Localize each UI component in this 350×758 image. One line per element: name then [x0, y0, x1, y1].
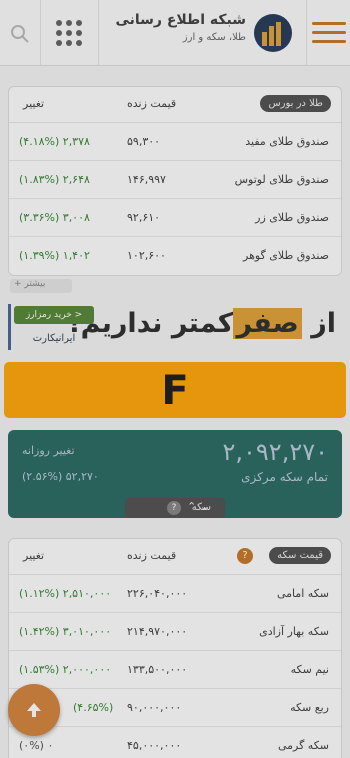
ad-banner[interactable]: از صفرکمتر نداریم! خرید رمزارز > ایرانیک… — [8, 300, 342, 356]
column-change: تغییر — [23, 97, 45, 110]
gold-funds-rows: صندوق طلای مفید ۵۹,۳۰۰ ۲,۳۷۸ (۴.۱۸%) صند… — [9, 123, 341, 275]
banner-letter: F — [161, 368, 189, 414]
arrow-up-icon — [27, 703, 41, 717]
column-price: قیمت زنده — [127, 549, 177, 562]
card-header: طلا در بورس قیمت زنده تغییر — [9, 87, 341, 123]
site-title: شبکه اطلاع رسانی — [115, 12, 246, 28]
more-button[interactable]: + بیشتر — [10, 279, 72, 293]
coin-prices-card: قیمت سکه ? قیمت زنده تغییر سکه امامی ۲۲۶… — [8, 538, 342, 758]
fund-name: صندوق طلای گوهر — [243, 249, 329, 262]
fund-price: ۵۹,۳۰۰ — [127, 135, 161, 148]
chart-logo-icon — [262, 22, 281, 46]
coin-price: ۲۱۴,۹۷۰,۰۰۰ — [127, 625, 188, 638]
help-icon[interactable]: ? — [167, 501, 181, 515]
table-row[interactable]: صندوق طلای لوتوس ۱۴۶,۹۹۷ ۲,۶۴۸ (۱.۸۳%) — [9, 161, 341, 199]
header-divider — [306, 0, 307, 66]
search-icon[interactable] — [10, 24, 30, 44]
ad-headline-prefix: از — [311, 308, 336, 339]
tab-coin-prices[interactable]: قیمت سکه — [269, 547, 331, 564]
coin-price: ۴۵,۰۰۰,۰۰۰ — [127, 739, 182, 752]
table-row[interactable]: صندوق طلای مفید ۵۹,۳۰۰ ۲,۳۷۸ (۴.۱۸%) — [9, 123, 341, 161]
daily-change-label: تغییر روزانه — [22, 444, 75, 457]
tab-gold-funds[interactable]: طلا در بورس — [260, 95, 331, 112]
coin-tab-label: سکه — [191, 502, 211, 513]
table-row[interactable]: سکه گرمی ۴۵,۰۰۰,۰۰۰ ۰ (۰%) — [9, 727, 341, 758]
table-row[interactable]: سکه بهار آزادی ۲۱۴,۹۷۰,۰۰۰ ۳,۰۱۰,۰۰۰ (۱.… — [9, 613, 341, 651]
header-divider — [98, 0, 99, 66]
ad-cta-button[interactable]: خرید رمزارز > — [14, 306, 94, 324]
fund-price: ۹۲,۶۱۰ — [127, 211, 161, 224]
table-row[interactable]: صندوق طلای گوهر ۱۰۲,۶۰۰ ۱,۴۰۲ (۱.۳۹%) — [9, 237, 341, 275]
fund-name: صندوق طلای لوتوس — [234, 173, 329, 186]
coin-change: (۴.۶۵%) — [73, 701, 114, 714]
promo-banner[interactable]: F — [4, 362, 346, 418]
table-row[interactable]: سکه امامی ۲۲۶,۰۴۰,۰۰۰ ۲,۵۱۰,۰۰۰ (۱.۱۲%) — [9, 575, 341, 613]
apps-grid-icon[interactable] — [56, 20, 82, 46]
ad-accent-bar — [8, 304, 11, 350]
fund-name: صندوق طلای مفید — [245, 135, 329, 148]
fund-price: ۱۴۶,۹۹۷ — [127, 173, 166, 186]
table-row[interactable]: نیم سکه ۱۳۳,۵۰۰,۰۰۰ ۲,۰۰۰,۰۰۰ (۱.۵۳%) — [9, 651, 341, 689]
gold-funds-card: طلا در بورس قیمت زنده تغییر صندوق طلای م… — [8, 86, 342, 276]
ad-headline: از صفرکمتر نداریم! — [68, 308, 336, 339]
coin-change: ۰ (۰%) — [19, 739, 54, 752]
fund-name: صندوق طلای زر — [255, 211, 329, 224]
site-subtitle: طلا، سکه و ارز — [182, 32, 246, 43]
fund-change: ۲,۶۴۸ (۱.۸۳%) — [19, 173, 90, 186]
coin-price: ۲۲۶,۰۴۰,۰۰۰ — [127, 587, 188, 600]
coin-summary-value: ۲,۰۹۲,۲۷۰ — [222, 438, 329, 466]
coin-name: سکه امامی — [276, 587, 329, 600]
header-divider — [40, 0, 41, 66]
coin-change: ۳,۰۱۰,۰۰۰ (۱.۴۲%) — [19, 625, 112, 638]
site-logo[interactable] — [254, 14, 292, 52]
coin-price: ۱۳۳,۵۰۰,۰۰۰ — [127, 663, 188, 676]
hamburger-menu-icon[interactable] — [312, 22, 346, 44]
coin-change: ۲,۰۰۰,۰۰۰ (۱.۵۳%) — [19, 663, 112, 676]
table-row[interactable]: صندوق طلای زر ۹۲,۶۱۰ ۳,۰۰۸ (۳.۳۶%) — [9, 199, 341, 237]
coin-change: ۲,۵۱۰,۰۰۰ (۱.۱۲%) — [19, 587, 112, 600]
coin-prices-rows: سکه امامی ۲۲۶,۰۴۰,۰۰۰ ۲,۵۱۰,۰۰۰ (۱.۱۲%) … — [9, 575, 341, 758]
fund-change: ۲,۳۷۸ (۴.۱۸%) — [19, 135, 90, 148]
coin-summary-label: تمام سکه مرکزی — [241, 470, 328, 484]
ad-headline-highlight: صفر — [233, 308, 302, 339]
column-price: قیمت زنده — [127, 97, 177, 110]
ad-brand: ایرانیکارت — [32, 333, 76, 344]
coin-name: سکه گرمی — [277, 739, 329, 752]
fund-change: ۳,۰۰۸ (۳.۳۶%) — [19, 211, 90, 224]
help-icon[interactable]: ? — [237, 548, 253, 564]
daily-change-value: (۲.۵۶%) ۵۲,۲۷۰ — [22, 470, 99, 483]
fund-change: ۱,۴۰۲ (۱.۳۹%) — [19, 249, 90, 262]
fund-price: ۱۰۲,۶۰۰ — [127, 249, 166, 262]
coin-name: سکه بهار آزادی — [259, 625, 329, 638]
coin-price: ۹۰,۰۰۰,۰۰۰ — [127, 701, 182, 714]
column-change: تغییر — [23, 549, 45, 562]
coin-name: ربع سکه — [290, 701, 329, 714]
coin-name: نیم سکه — [290, 663, 329, 676]
card-header: قیمت سکه ? قیمت زنده تغییر — [9, 539, 341, 575]
site-header: شبکه اطلاع رسانی طلا، سکه و ارز — [0, 0, 350, 66]
site-brand[interactable]: شبکه اطلاع رسانی طلا، سکه و ارز — [115, 12, 246, 43]
coin-tab-control[interactable]: ⌃ ⌄ ? سکه — [125, 498, 225, 518]
scroll-to-top-button[interactable] — [8, 684, 60, 736]
